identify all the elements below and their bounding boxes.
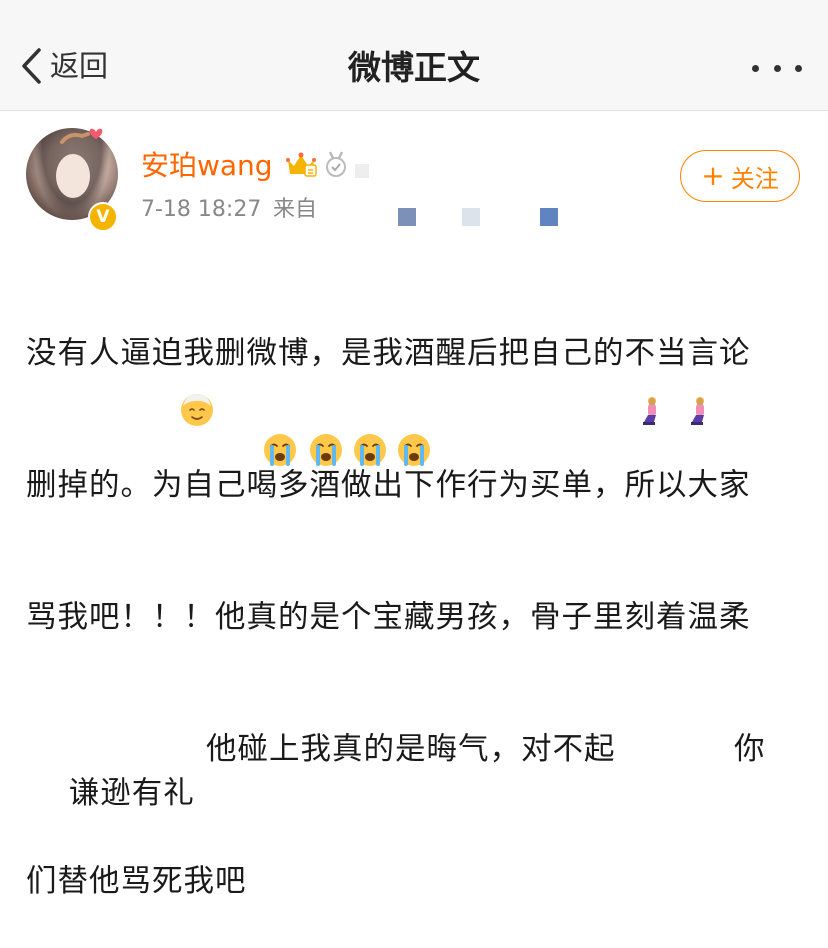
- medal-icon[interactable]: [323, 150, 349, 178]
- older-person-emoji: [181, 394, 213, 426]
- avatar-face: [56, 154, 90, 198]
- more-dot: [773, 64, 781, 72]
- post-text-line: 没有人逼迫我删微博，是我酒醒后把自己的不当言论: [26, 336, 751, 371]
- more-button[interactable]: [752, 56, 802, 80]
- post-text-segment: 谦逊有礼: [68, 776, 195, 811]
- post-text-line: 谦逊有礼 他碰上我真的是晦气，对不起 你: [26, 728, 806, 811]
- plus-icon: +: [701, 159, 725, 192]
- crown-level-icon[interactable]: [285, 150, 317, 178]
- finger-heart-icon: [60, 128, 103, 144]
- navigation-bar: 返回 微博正文: [0, 0, 828, 111]
- post-text-segment: 他碰上我真的是晦气，对不起: [206, 732, 616, 767]
- user-badges: [285, 150, 369, 178]
- loudly-crying-emoji: [398, 434, 430, 466]
- post-timestamp: 7-18 18:27: [141, 197, 262, 222]
- kneeling-woman-emoji: [691, 397, 704, 425]
- post-text-segment: 你: [734, 732, 766, 767]
- verified-badge: V: [88, 202, 118, 232]
- kneeling-woman-emoji: [643, 397, 656, 425]
- loudly-crying-emoji: [264, 434, 296, 466]
- loudly-crying-emoji: [310, 434, 342, 466]
- mosaic-block: [462, 208, 480, 226]
- post-text-line: 删掉的。为自己喝多酒做出下作行为买单，所以大家: [26, 468, 751, 503]
- post-text-line: 骂我吧！！！他真的是个宝藏男孩，骨子里刻着温柔: [26, 600, 751, 635]
- loudly-crying-emoji: [354, 434, 386, 466]
- follow-label: 关注: [730, 164, 779, 193]
- more-dot: [795, 64, 802, 72]
- mosaic-block: [398, 208, 416, 226]
- avatar[interactable]: V: [24, 124, 122, 232]
- follow-button[interactable]: + 关注: [680, 150, 800, 202]
- page-title: 微博正文: [348, 48, 480, 87]
- blurred-badge: [355, 164, 369, 178]
- mosaic-block: [540, 208, 558, 226]
- post-text-line: 们替他骂死我吧: [26, 864, 247, 899]
- more-dots-icon: [752, 64, 759, 72]
- post-source: 来自: [273, 197, 318, 222]
- post-body: 没有人逼迫我删微博，是我酒醒后把自己的不当言论 删掉的。为自己喝多酒做出下作行为…: [26, 244, 806, 948]
- username[interactable]: 安珀wang: [141, 146, 273, 186]
